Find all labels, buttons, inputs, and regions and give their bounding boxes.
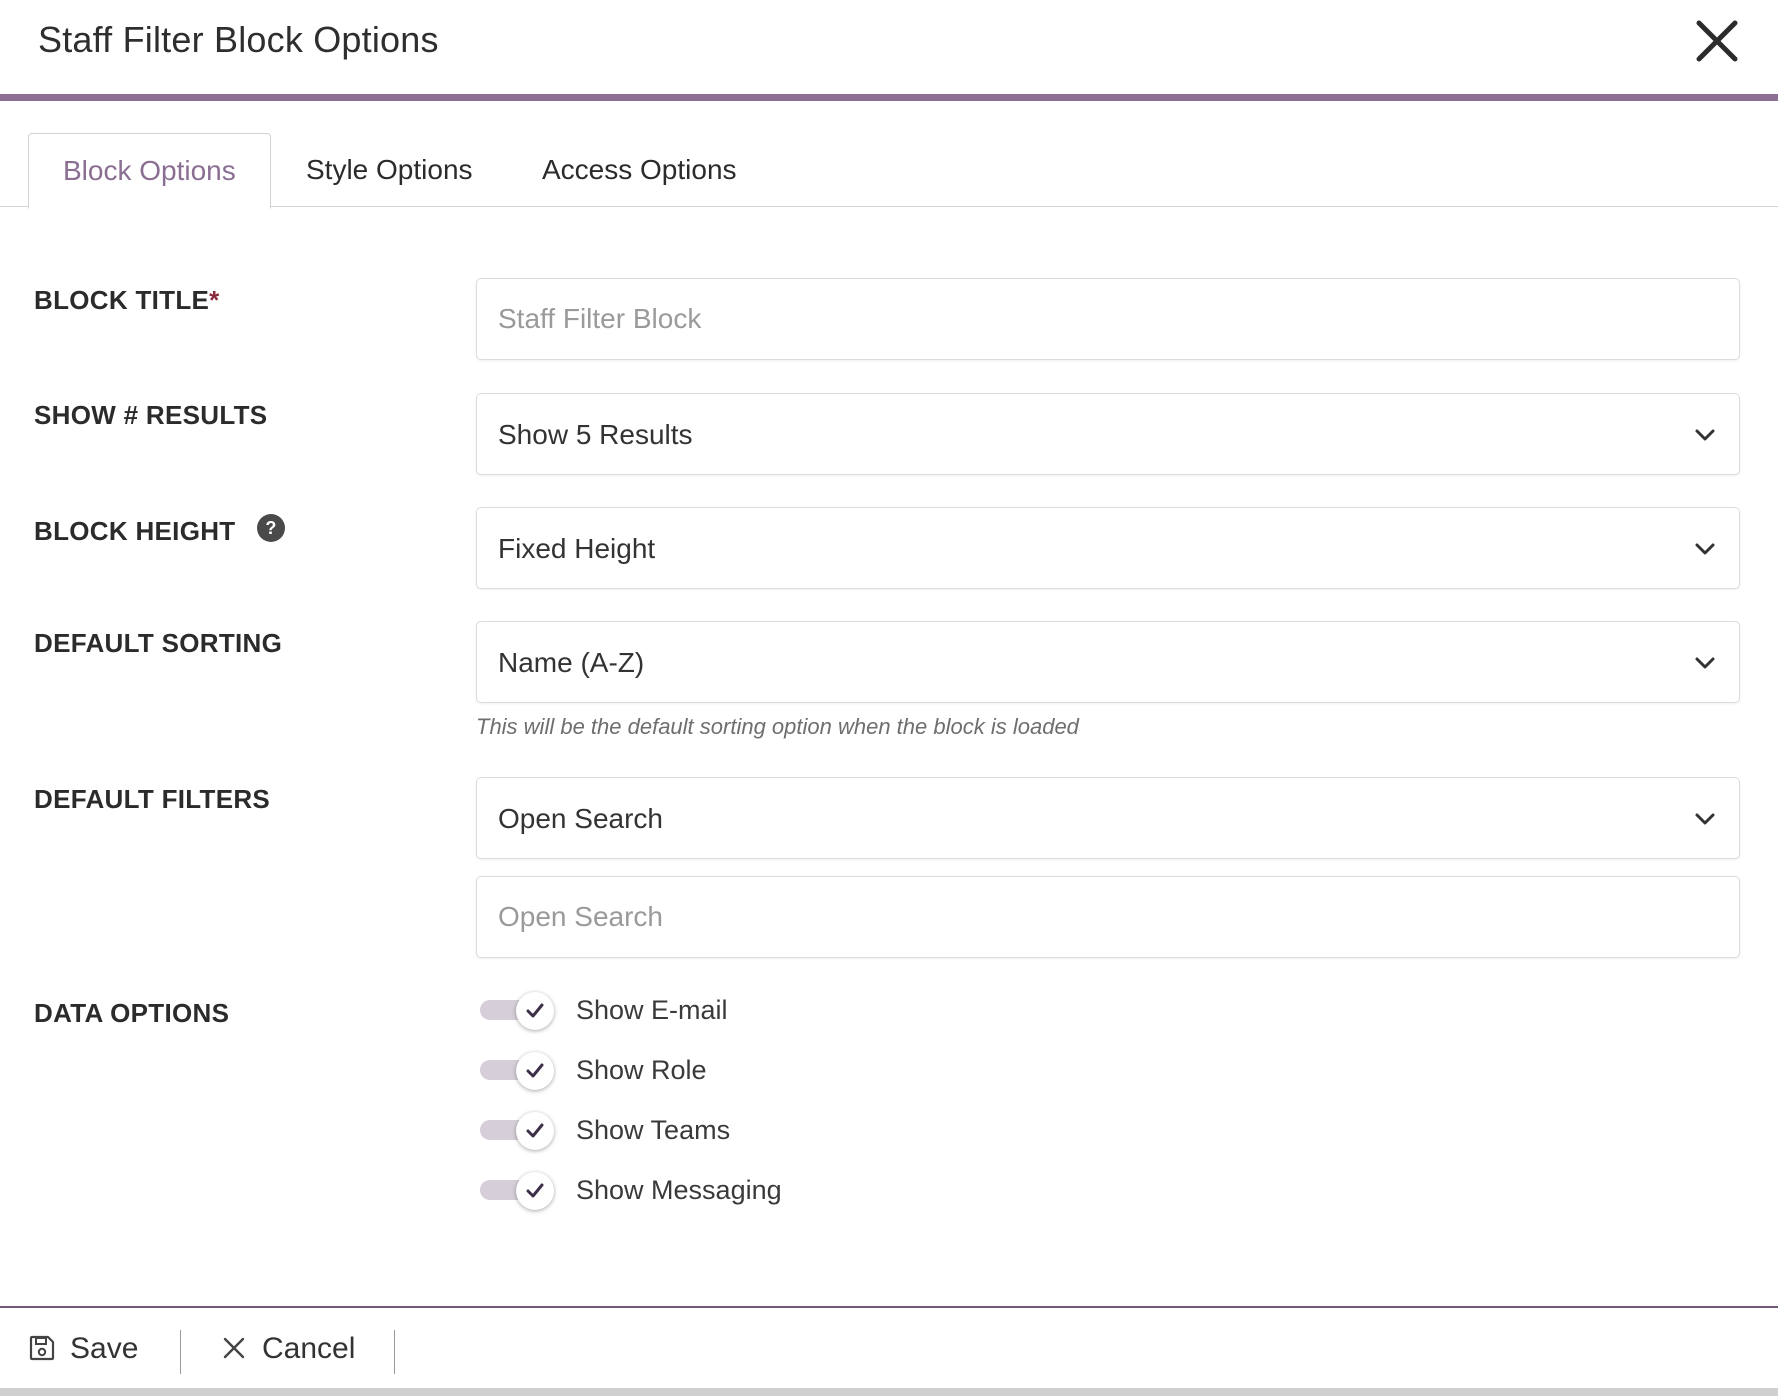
toggle-knob [516,1052,554,1090]
default-filters-label: DEFAULT FILTERS [34,784,271,814]
tab-block-options[interactable]: Block Options [28,133,271,209]
chevron-down-icon [1691,805,1719,833]
default-sorting-label: DEFAULT SORTING [34,628,283,658]
check-icon [526,1183,544,1198]
block-height-label-text: BLOCK HEIGHT [34,516,236,546]
cancel-label: Cancel [262,1332,356,1365]
toggle-knob [516,992,554,1030]
open-search-input[interactable] [477,877,1739,957]
tab-access-options[interactable]: Access Options [542,133,737,207]
block-height-select[interactable]: Fixed Height [476,507,1740,589]
block-title-input[interactable] [477,279,1739,359]
toggle-knob [516,1112,554,1150]
check-icon [526,1123,544,1138]
open-search-field [476,876,1740,958]
footer-divider [394,1330,395,1374]
chevron-down-icon [1691,535,1719,563]
block-title-label-text: BLOCK TITLE [34,285,210,315]
default-sorting-hint: This will be the default sorting option … [476,714,1079,739]
show-results-label: SHOW # RESULTS [34,400,268,430]
check-icon [526,1063,544,1078]
block-title-label: BLOCK TITLE* [34,285,220,316]
show-email-toggle[interactable] [480,992,554,1030]
default-filters-value: Open Search [498,803,663,834]
tab-style-options[interactable]: Style Options [306,133,473,207]
show-messaging-label: Show Messaging [576,1175,782,1205]
chevron-down-icon [1691,649,1719,677]
close-button[interactable] [1690,14,1744,68]
show-role-label: Show Role [576,1055,707,1085]
show-role-toggle[interactable] [480,1052,554,1090]
footer-divider [180,1330,181,1374]
show-teams-label: Show Teams [576,1115,731,1145]
svg-text:?: ? [266,518,277,538]
toggle-knob [516,1172,554,1210]
default-sorting-value: Name (A-Z) [498,647,645,678]
modal-title: Staff Filter Block Options [38,19,439,60]
show-messaging-toggle[interactable] [480,1172,554,1210]
header-accent-bar [0,94,1778,101]
show-email-label: Show E-mail [576,995,728,1025]
check-icon [526,1003,544,1018]
show-teams-toggle[interactable] [480,1112,554,1150]
close-icon [1696,20,1738,62]
chevron-down-icon [1691,421,1719,449]
default-sorting-select[interactable]: Name (A-Z) [476,621,1740,703]
modal-footer: Save Cancel [0,1306,1778,1390]
cancel-button[interactable]: Cancel [220,1308,355,1390]
underlying-page-strip [0,1388,1778,1396]
block-options-modal: Staff Filter Block Options Block Options… [0,0,1778,1396]
save-label: Save [70,1332,139,1365]
question-circle-icon[interactable]: ? [257,514,286,542]
required-marker: * [209,285,220,315]
modal-header: Staff Filter Block Options [0,0,1778,94]
tab-bar: Block Options Style Options Access Optio… [0,101,1778,209]
block-height-value: Fixed Height [498,533,656,564]
default-filters-select[interactable]: Open Search [476,777,1740,859]
show-results-value: Show 5 Results [498,419,693,450]
show-results-select[interactable]: Show 5 Results [476,393,1740,475]
block-height-label: BLOCK HEIGHT ? [34,514,286,547]
x-icon [220,1312,248,1359]
floppy-disk-icon [28,1312,56,1361]
save-button[interactable]: Save [28,1308,138,1390]
block-title-field [476,278,1740,360]
data-options-label: DATA OPTIONS [34,998,230,1028]
